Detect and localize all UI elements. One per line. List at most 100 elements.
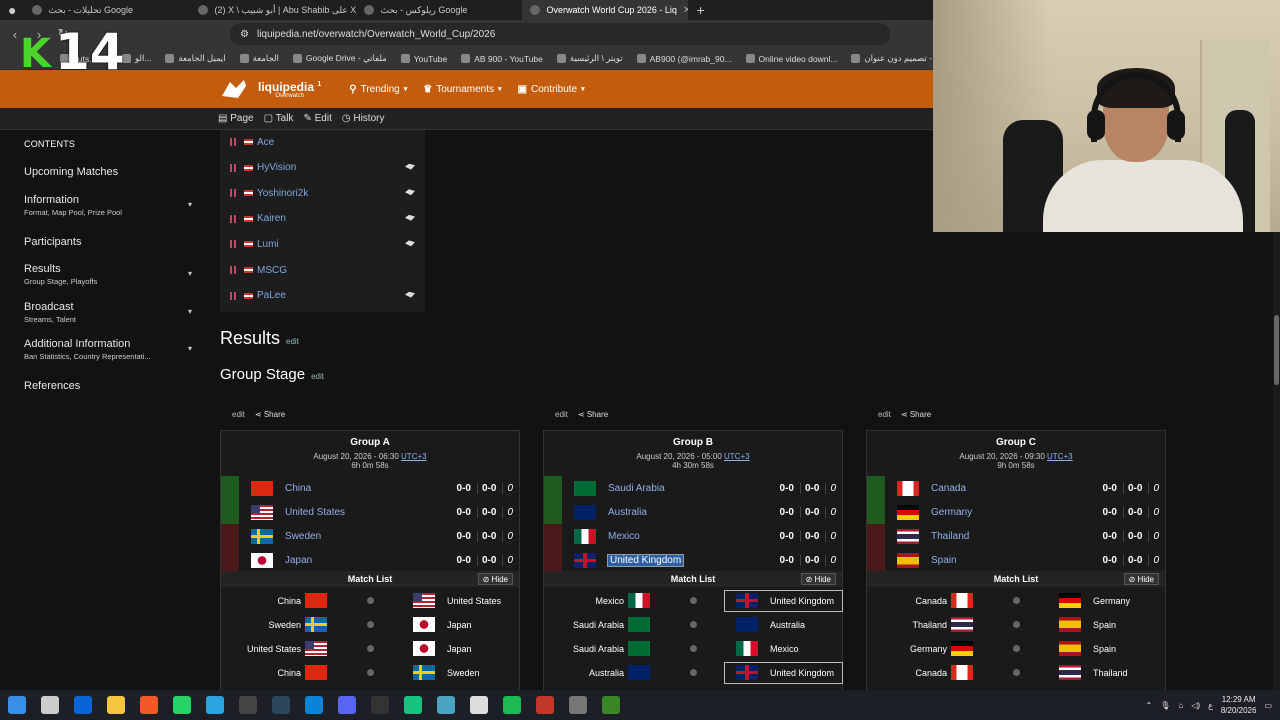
match-row[interactable]: Australia United Kingdom (544, 661, 843, 685)
scrollbar-thumb[interactable] (1274, 315, 1279, 385)
bookmark-item[interactable]: تصميم دون عنوان - Y... (851, 53, 946, 64)
toc-item[interactable]: Broadcast Streams, Talent ▾ (24, 301, 194, 324)
wemod-icon[interactable] (536, 696, 554, 714)
site-logo[interactable]: liquipedia 1 Overwatch (218, 76, 321, 102)
timezone-link[interactable]: UTC+3 (724, 452, 750, 461)
player-name[interactable]: Yoshinori2k (257, 188, 308, 199)
match-info-icon[interactable] (1013, 597, 1020, 604)
team-name[interactable]: Germany (931, 507, 1091, 518)
share-button[interactable]: ⋖ Share (578, 410, 608, 419)
browser-tab[interactable]: Overwatch World Cup 2026 - Liq ✕ (522, 0, 689, 20)
bookmark-item[interactable]: AB900 (@imrab_90... (636, 54, 732, 64)
chevron-down-icon[interactable]: ▾ (188, 200, 192, 209)
chevron-up-icon[interactable]: ⌃ (1146, 701, 1153, 710)
timezone-link[interactable]: UTC+3 (401, 452, 427, 461)
edit-link[interactable]: edit (232, 410, 245, 419)
bookmark-item[interactable]: AB 900 - YouTube (461, 54, 543, 64)
toc-item[interactable]: Additional Information Ban Statistics, Co… (24, 338, 194, 361)
match-row[interactable]: Saudi Arabia Mexico (544, 637, 842, 661)
toc-item[interactable]: Information Format, Map Pool, Prize Pool ▾ (24, 194, 194, 217)
windows-start-icon[interactable] (8, 696, 26, 714)
match-row[interactable]: Sweden Japan (221, 613, 519, 637)
clock[interactable]: 12:29 AM 8/20/2026 (1221, 694, 1257, 716)
nav-trending[interactable]: ⚲ Trending ▾ (349, 84, 407, 95)
match-info-icon[interactable] (1013, 621, 1020, 628)
chevron-down-icon[interactable]: ▾ (188, 307, 192, 316)
match-info-icon[interactable] (1013, 669, 1020, 676)
file-explorer-icon[interactable] (107, 696, 125, 714)
tab-page[interactable]: ▤ Page (218, 113, 254, 124)
nav-tournaments[interactable]: ♛ Tournaments ▾ (423, 84, 501, 95)
timezone-link[interactable]: UTC+3 (1047, 452, 1073, 461)
app-green-icon[interactable] (404, 696, 422, 714)
share-button[interactable]: ⋖ Share (901, 410, 931, 419)
share-button[interactable]: ⋖ Share (255, 410, 285, 419)
team-name[interactable]: China (285, 483, 445, 494)
match-info-icon[interactable] (690, 621, 697, 628)
match-row[interactable]: Saudi Arabia Australia (544, 613, 842, 637)
hide-button[interactable]: ⊘ Hide (800, 573, 836, 585)
team-name[interactable]: Thailand (931, 531, 1091, 542)
chatgpt-icon[interactable] (470, 696, 488, 714)
bookmark-item[interactable]: Google Drive - ملفاتي (292, 53, 387, 64)
match-info-icon[interactable] (367, 621, 374, 628)
team-name[interactable]: Spain (931, 555, 1091, 566)
toc-item[interactable]: References (24, 380, 194, 392)
match-row[interactable]: Canada Germany (867, 589, 1165, 613)
obs-icon[interactable] (371, 696, 389, 714)
bookmark-item[interactable]: Online video downl... (745, 54, 837, 64)
tab-search-icon[interactable]: ● (0, 2, 24, 18)
match-info-icon[interactable] (690, 645, 697, 652)
discord-icon[interactable] (338, 696, 356, 714)
edit-link[interactable]: edit (878, 410, 891, 419)
team-name[interactable]: Saudi Arabia (608, 483, 768, 494)
app-blue-icon[interactable] (437, 696, 455, 714)
browser-tab[interactable]: تحليلات - بحث Google (24, 0, 190, 20)
edit-link[interactable]: edit (555, 410, 568, 419)
telegram-icon[interactable] (206, 696, 224, 714)
steam-icon[interactable] (272, 696, 290, 714)
browser-tab[interactable]: (2) X \ أبو شبيب | Abu Shabib على X (190, 0, 356, 20)
language-indicator[interactable]: ع (1208, 701, 1213, 710)
bookmark-item[interactable]: تويتر \ الرئيسية (556, 53, 623, 64)
mic-icon[interactable]: 🎙 (1160, 701, 1170, 710)
match-row[interactable]: China Sweden (221, 661, 519, 685)
bookmark-item[interactable]: الجامعة (239, 53, 279, 64)
hide-button[interactable]: ⊘ Hide (477, 573, 513, 585)
toc-item[interactable]: Results Group Stage, Playoffs ▾ (24, 263, 194, 286)
match-row[interactable]: Thailand Spain (867, 613, 1165, 637)
team-name[interactable]: Japan (285, 555, 445, 566)
match-row[interactable]: China United States (221, 589, 519, 613)
match-row[interactable]: Germany Spain (867, 637, 1165, 661)
bookmark-item[interactable]: YouTube (400, 54, 447, 64)
network-icon[interactable]: ⌂ (1178, 701, 1183, 710)
player-name[interactable]: Kairen (257, 213, 286, 224)
bookmark-item[interactable]: ايميل الجامعة (165, 53, 226, 64)
hide-button[interactable]: ⊘ Hide (1123, 573, 1159, 585)
player-name[interactable]: MSCG (257, 265, 287, 276)
chevron-down-icon[interactable]: ▾ (188, 269, 192, 278)
new-tab-icon[interactable]: + (688, 2, 712, 18)
match-row[interactable]: Mexico United Kingdom (544, 589, 843, 613)
team-name[interactable]: Canada (931, 483, 1091, 494)
match-info-icon[interactable] (690, 669, 697, 676)
edit-link[interactable]: edit (311, 372, 324, 381)
match-info-icon[interactable] (367, 645, 374, 652)
player-name[interactable]: HyVision (257, 162, 296, 173)
spotify-icon[interactable] (503, 696, 521, 714)
address-bar[interactable]: ⚙ liquipedia.net/overwatch/Overwatch_Wor… (230, 23, 890, 45)
site-info-icon[interactable]: ⚙ (240, 29, 249, 40)
nav-contribute[interactable]: ▣ Contribute ▾ (518, 84, 585, 95)
team-name[interactable]: Australia (608, 507, 768, 518)
match-info-icon[interactable] (1013, 645, 1020, 652)
outlook-icon[interactable] (74, 696, 92, 714)
tab-talk[interactable]: ▢ Talk (264, 113, 294, 124)
match-row[interactable]: United States Japan (221, 637, 519, 661)
player-name[interactable]: Ace (257, 137, 274, 148)
match-info-icon[interactable] (367, 597, 374, 604)
team-name[interactable]: United States (285, 507, 445, 518)
bookmark-item[interactable]: الو... (121, 53, 151, 64)
toc-item[interactable]: Participants (24, 236, 194, 248)
team-name[interactable]: Mexico (608, 531, 768, 542)
player-name[interactable]: PaLee (257, 290, 286, 301)
